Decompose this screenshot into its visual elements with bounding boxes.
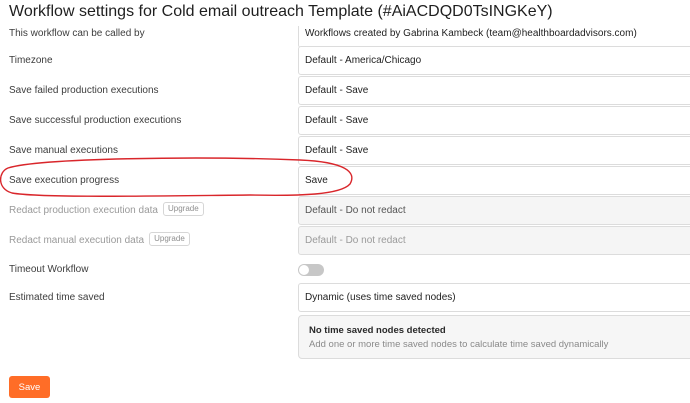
- notice-description: Add one or more time saved nodes to calc…: [309, 339, 609, 350]
- save-failed-label: Save failed production executions: [9, 85, 159, 96]
- header: Workflow settings for Cold email outreac…: [0, 0, 690, 26]
- save-manual-label: Save manual executions: [9, 145, 118, 156]
- timezone-select[interactable]: Default - America/Chicago: [298, 46, 690, 75]
- settings-row-timezone: Timezone Default - America/Chicago: [0, 46, 690, 76]
- time-saved-notice: No time saved nodes detected Add one or …: [298, 315, 690, 359]
- save-progress-select[interactable]: Save: [298, 166, 690, 195]
- timezone-label: Timezone: [9, 55, 53, 66]
- settings-row-save-manual: Save manual executions Default - Save: [0, 136, 690, 166]
- toggle-knob: [299, 265, 309, 275]
- settings-row-save-failed: Save failed production executions Defaul…: [0, 76, 690, 106]
- timeout-toggle[interactable]: [298, 264, 324, 276]
- settings-row-time-saved: Estimated time saved Dynamic (uses time …: [0, 283, 690, 313]
- save-manual-select[interactable]: Default - Save: [298, 136, 690, 165]
- redact-manual-select: Default - Do not redact: [298, 226, 690, 255]
- time-saved-label: Estimated time saved: [9, 292, 105, 303]
- save-progress-label: Save execution progress: [9, 175, 120, 186]
- notice-title: No time saved nodes detected: [309, 325, 446, 336]
- settings-row-timeout: Timeout Workflow: [0, 255, 690, 285]
- timeout-label: Timeout Workflow: [9, 264, 89, 275]
- save-successful-label: Save successful production executions: [9, 115, 182, 126]
- save-successful-select[interactable]: Default - Save: [298, 106, 690, 135]
- save-failed-select[interactable]: Default - Save: [298, 76, 690, 105]
- redact-manual-label: Redact manual execution data: [9, 235, 145, 246]
- settings-row-redact-manual: Redact manual execution data Upgrade Defa…: [0, 226, 690, 256]
- settings-row-save-progress: Save execution progress Save: [0, 166, 690, 196]
- redact-manual-label-wrap: Redact manual execution data Upgrade: [9, 226, 190, 256]
- redact-production-label-wrap: Redact production execution data Upgrade: [9, 196, 204, 226]
- redact-production-select: Default - Do not redact: [298, 196, 690, 225]
- save-button[interactable]: Save: [9, 376, 50, 398]
- upgrade-badge[interactable]: Upgrade: [149, 232, 190, 247]
- upgrade-badge[interactable]: Upgrade: [163, 202, 204, 217]
- settings-row-redact-production: Redact production execution data Upgrade …: [0, 196, 690, 226]
- redact-production-label: Redact production execution data: [9, 205, 158, 216]
- page-title: Workflow settings for Cold email outreac…: [9, 3, 553, 20]
- settings-row-save-successful: Save successful production executions De…: [0, 106, 690, 136]
- time-saved-select[interactable]: Dynamic (uses time saved nodes): [298, 283, 690, 312]
